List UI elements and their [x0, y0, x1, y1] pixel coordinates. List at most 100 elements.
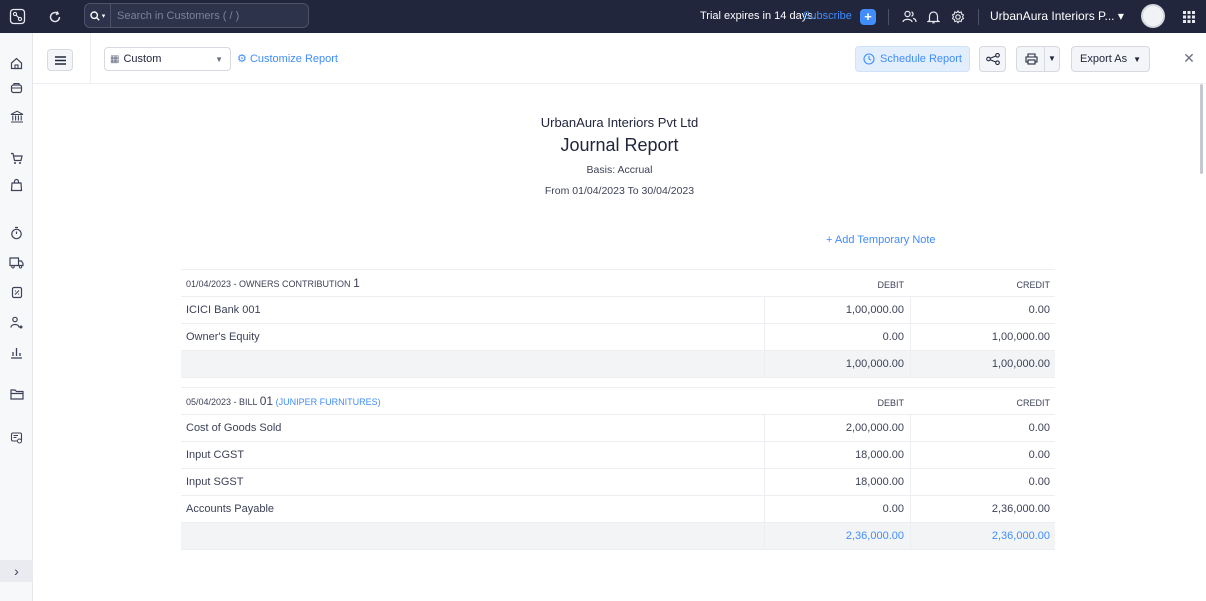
credit-value: 2,36,000.00 — [910, 496, 1055, 522]
report-basis: Basis: Accrual — [586, 164, 653, 176]
report-toolbar: ▦ Custom ▼ ⚙ Customize Report Schedule R… — [33, 33, 1206, 84]
quick-create-button[interactable]: + — [860, 9, 876, 25]
chevron-down-icon: ▾ — [101, 12, 106, 20]
documents-icon[interactable] — [0, 384, 33, 404]
trial-text: Trial expires in 14 days. — [700, 10, 816, 22]
sidebar-toggle-icon[interactable] — [4, 0, 30, 33]
entry-number[interactable]: 01 — [260, 394, 273, 408]
export-as-button[interactable]: Export As ▼ — [1071, 46, 1150, 72]
accountant-icon[interactable] — [0, 282, 33, 302]
table-row: ICICI Bank 001 1,00,000.00 0.00 — [181, 297, 1055, 324]
debit-value: 0.00 — [764, 496, 910, 522]
table-row: Owner's Equity 0.00 1,00,000.00 — [181, 324, 1055, 351]
avatar[interactable] — [1141, 4, 1165, 28]
table-row: Cost of Goods Sold 2,00,000.00 0.00 — [181, 415, 1055, 442]
account-name[interactable]: Cost of Goods Sold — [186, 415, 281, 441]
report-date-range: From 01/04/2023 To 30/04/2023 — [544, 185, 695, 197]
search-box[interactable]: ▾ — [84, 3, 309, 28]
credit-value: 0.00 — [910, 442, 1055, 468]
eway-bill-icon[interactable] — [0, 252, 33, 272]
credit-header: CREDIT — [1016, 280, 1051, 290]
journal-entry-header: 05/04/2023 - BILL 01 (JUNIPER FURNITURES… — [181, 387, 1055, 415]
divider — [888, 9, 889, 25]
add-temporary-note-link[interactable]: + Add Temporary Note — [826, 234, 936, 246]
account-name[interactable]: Input CGST — [186, 442, 244, 468]
caret-down-icon: ▼ — [215, 55, 223, 64]
account-name[interactable]: Owner's Equity — [186, 324, 260, 350]
sidebar: › — [0, 33, 33, 601]
printer-icon — [1025, 53, 1038, 65]
ewaybill-doc-icon[interactable] — [0, 427, 33, 447]
debit-header: DEBIT — [877, 280, 904, 290]
schedule-report-button[interactable]: Schedule Report — [855, 46, 970, 72]
account-name[interactable]: Accounts Payable — [186, 496, 274, 522]
total-debit[interactable]: 2,36,000.00 — [764, 523, 910, 549]
close-icon[interactable]: ✕ — [1179, 48, 1199, 68]
clock-icon — [863, 53, 875, 65]
period-select[interactable]: ▦ Custom ▼ — [104, 47, 231, 71]
organization-switcher[interactable]: UrbanAura Interiors P... ▾ — [990, 0, 1124, 33]
menu-button[interactable] — [47, 49, 73, 71]
customize-report-label: Customize Report — [249, 53, 338, 65]
home-icon[interactable] — [0, 53, 33, 73]
top-bar: ▾ Trial expires in 14 days. Subscribe + … — [0, 0, 1206, 33]
journal-entry: 05/04/2023 - BILL 01 (JUNIPER FURNITURES… — [181, 387, 1055, 550]
divider — [1044, 47, 1045, 71]
banking-icon[interactable] — [0, 106, 33, 126]
items-icon[interactable] — [0, 77, 33, 97]
total-row: 1,00,000.00 1,00,000.00 — [181, 351, 1055, 378]
account-name[interactable]: Input SGST — [186, 469, 243, 495]
company-name: UrbanAura Interiors Pvt Ltd — [540, 115, 699, 130]
entry-number[interactable]: 1 — [353, 276, 360, 290]
gear-icon[interactable] — [947, 0, 969, 33]
total-credit[interactable]: 2,36,000.00 — [910, 523, 1055, 549]
schedule-report-label: Schedule Report — [880, 53, 962, 65]
credit-header: CREDIT — [1016, 398, 1051, 408]
entry-date-type: 01/04/2023 - OWNERS CONTRIBUTION — [186, 279, 351, 289]
calendar-icon: ▦ — [110, 53, 120, 65]
total-debit: 1,00,000.00 — [764, 351, 910, 377]
share-icon — [985, 53, 1000, 65]
search-input[interactable] — [111, 9, 301, 22]
subscribe-link[interactable]: Subscribe — [803, 0, 852, 33]
reports-icon[interactable] — [0, 342, 33, 362]
team-icon[interactable] — [898, 0, 920, 33]
debit-value: 2,00,000.00 — [764, 415, 910, 441]
print-button[interactable]: ▼ — [1016, 46, 1060, 72]
bell-icon[interactable] — [922, 0, 944, 33]
report-content: UrbanAura Interiors Pvt Ltd Journal Repo… — [33, 84, 1206, 601]
credit-value: 0.00 — [910, 297, 1055, 323]
debit-value: 1,00,000.00 — [764, 297, 910, 323]
debit-value: 18,000.00 — [764, 442, 910, 468]
debit-value: 18,000.00 — [764, 469, 910, 495]
settings-icon: ⚙ — [237, 53, 247, 65]
table-row: Input SGST 18,000.00 0.00 — [181, 469, 1055, 496]
purchases-icon[interactable] — [0, 175, 33, 195]
share-button[interactable] — [979, 46, 1006, 72]
customers-icon[interactable] — [0, 313, 33, 333]
sales-icon[interactable] — [0, 148, 33, 168]
time-tracking-icon[interactable] — [0, 223, 33, 243]
vendor-link[interactable]: (JUNIPER FURNITURES) — [276, 397, 381, 407]
total-credit: 1,00,000.00 — [910, 351, 1055, 377]
caret-down-icon[interactable]: ▼ — [1048, 54, 1056, 63]
expand-sidebar-button[interactable]: › — [0, 560, 33, 582]
scrollbar[interactable] — [1200, 84, 1203, 174]
entry-date-type: 05/04/2023 - BILL — [186, 397, 258, 407]
table-row: Input CGST 18,000.00 0.00 — [181, 442, 1055, 469]
period-select-value: Custom — [123, 53, 162, 65]
customize-report-link[interactable]: ⚙ Customize Report — [237, 47, 338, 71]
hamburger-icon — [54, 55, 66, 65]
export-as-label: Export As — [1080, 53, 1128, 65]
account-name[interactable]: ICICI Bank 001 — [186, 297, 261, 323]
debit-header: DEBIT — [877, 398, 904, 408]
add-icon: + — [864, 9, 872, 24]
chevron-right-icon: › — [14, 563, 19, 579]
search-icon[interactable]: ▾ — [85, 4, 111, 27]
refresh-icon[interactable] — [44, 0, 66, 33]
total-row: 2,36,000.00 2,36,000.00 — [181, 523, 1055, 550]
apps-grid-icon[interactable] — [1178, 0, 1200, 33]
credit-value: 0.00 — [910, 415, 1055, 441]
report-title: Journal Report — [560, 135, 679, 155]
divider — [978, 9, 979, 25]
